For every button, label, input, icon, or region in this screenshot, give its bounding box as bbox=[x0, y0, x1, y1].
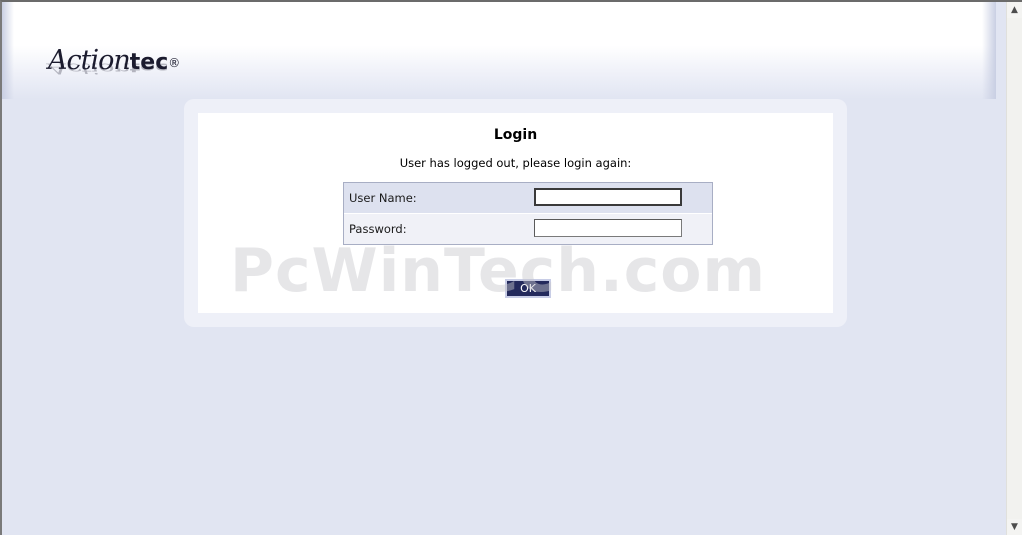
browser-window: Actiontec® Actiontec Login User has logg… bbox=[0, 0, 1022, 535]
logo-reflection: Actiontec bbox=[48, 58, 169, 77]
logo-reflection-bold: tec bbox=[129, 60, 169, 74]
login-panel-body: Login User has logged out, please login … bbox=[198, 113, 833, 313]
scroll-up-icon[interactable]: ▲ bbox=[1007, 2, 1022, 18]
password-label: Password: bbox=[349, 222, 407, 236]
header-shadow-right bbox=[982, 2, 996, 99]
username-input[interactable] bbox=[534, 188, 682, 206]
page-header: Actiontec® Actiontec bbox=[2, 2, 996, 99]
scroll-down-icon[interactable]: ▼ bbox=[1007, 519, 1022, 535]
login-form: User Name: Password: bbox=[343, 182, 713, 245]
logout-message: User has logged out, please login again: bbox=[399, 156, 632, 170]
username-row: User Name: bbox=[344, 183, 712, 214]
actiontec-logo: Actiontec® Actiontec bbox=[48, 46, 180, 94]
password-row: Password: bbox=[344, 214, 712, 244]
login-title: Login bbox=[493, 127, 538, 143]
logo-reflection-script: Action bbox=[48, 59, 130, 77]
logo-registered-mark: ® bbox=[168, 56, 180, 70]
ok-button[interactable]: OK bbox=[505, 279, 551, 298]
page-viewport: Actiontec® Actiontec Login User has logg… bbox=[2, 2, 1006, 535]
login-panel: Login User has logged out, please login … bbox=[184, 99, 847, 327]
vertical-scrollbar[interactable]: ▲ ▼ bbox=[1006, 2, 1022, 535]
password-input[interactable] bbox=[534, 219, 682, 237]
header-shadow-left bbox=[2, 2, 14, 99]
username-label: User Name: bbox=[349, 191, 417, 205]
